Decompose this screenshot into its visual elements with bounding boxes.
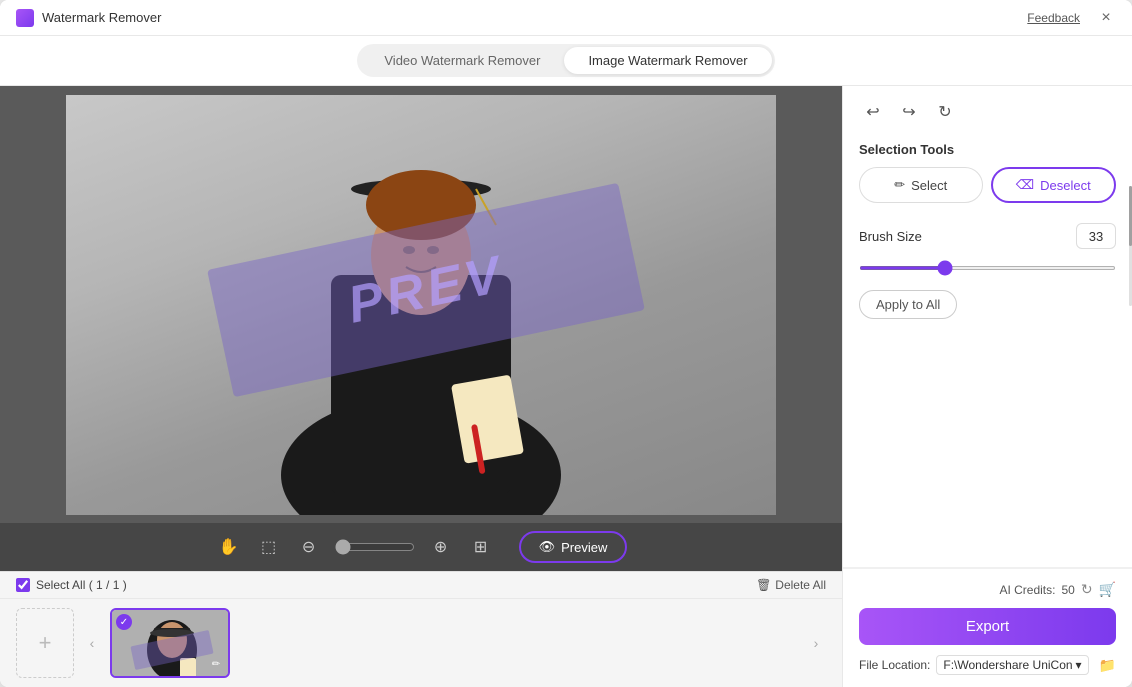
selection-tools-row: ✏ Select ⌫ Deselect [859,167,1116,203]
watermark-text: PREV [343,244,510,335]
eye-icon: 👁 [539,539,556,555]
zoom-slider[interactable] [335,539,415,555]
file-path-text: F:\Wondershare UniCon [943,658,1072,672]
title-bar: Watermark Remover Feedback × [0,0,1132,36]
zoom-out-button[interactable]: ⊖ [295,533,323,561]
delete-icon: 🗑 [756,578,771,592]
select-all-row: Select All ( 1 / 1 ) [16,578,127,592]
prev-thumbnail-button[interactable]: ‹ [82,633,102,653]
apply-to-all-button[interactable]: Apply to All [859,290,957,319]
title-bar-right: Feedback × [1027,8,1116,28]
right-panel-inner: ↩ ↪ ↻ Selection Tools ✏ Select ⌫ Dese [843,86,1132,687]
hand-tool-button[interactable]: ✋ [215,533,243,561]
eraser-icon: ⌫ [1016,177,1034,193]
panel-bottom: AI Credits: 50 ↻ 🛒 Export File Location:… [843,568,1132,687]
crop-tool-button[interactable]: ⬚ [255,533,283,561]
undo-redo-row: ↩ ↪ ↻ [859,98,1116,126]
title-bar-left: Watermark Remover [16,9,161,27]
deselect-label: Deselect [1040,178,1091,193]
image-toolbar: ✋ ⬚ ⊖ ⊕ ⊞ 👁 Preview [0,523,842,571]
thumbnail-edit-icon: ✏ [208,656,224,672]
export-button[interactable]: Export [859,608,1116,645]
preview-label: Preview [561,540,607,555]
brush-size-label: Brush Size [859,229,922,244]
delete-all-button[interactable]: 🗑 Delete All [756,578,826,592]
deselect-button[interactable]: ⌫ Deselect [991,167,1117,203]
tab-image[interactable]: Image Watermark Remover [564,47,771,74]
panel-tools: ↩ ↪ ↻ Selection Tools ✏ Select ⌫ Dese [843,86,1132,568]
ai-credits-row: AI Credits: 50 ↻ 🛒 [859,581,1116,598]
delete-all-label: Delete All [775,578,826,592]
app-title: Watermark Remover [42,10,161,25]
select-button[interactable]: ✏ Select [859,167,983,203]
ai-cart-icon[interactable]: 🛒 [1099,581,1116,598]
add-image-button[interactable]: + [16,608,74,678]
tab-video[interactable]: Video Watermark Remover [360,47,564,74]
brush-size-row: Brush Size 33 [859,223,1116,249]
next-thumbnail-button[interactable]: › [806,633,826,653]
thumbnail-check-icon: ✓ [116,614,132,630]
brush-size-slider[interactable] [859,266,1116,270]
zoom-in-button[interactable]: ⊕ [427,533,455,561]
left-area: PREV ✋ ⬚ ⊖ ⊕ ⊞ 👁 Preview [0,86,842,687]
filmstrip: Select All ( 1 / 1 ) 🗑 Delete All + ‹ [0,571,842,687]
graduation-image: PREV [66,95,776,515]
chevron-down-icon: ▾ [1076,658,1082,672]
tab-bar: Video Watermark Remover Image Watermark … [0,36,1132,86]
select-label: Select [911,178,947,193]
selection-tools-label: Selection Tools [859,142,1116,157]
folder-icon[interactable]: 📁 [1099,657,1116,674]
app-icon [16,9,34,27]
thumbnail-item[interactable]: ✓ ✏ [110,608,230,678]
select-all-label: Select All ( 1 / 1 ) [36,578,127,592]
close-button[interactable]: × [1096,8,1116,28]
file-location-label: File Location: [859,658,930,672]
feedback-link[interactable]: Feedback [1027,11,1080,25]
filmstrip-header: Select All ( 1 / 1 ) 🗑 Delete All [0,572,842,599]
brush-size-value: 33 [1076,223,1116,249]
fit-page-button[interactable]: ⊞ [467,533,495,561]
preview-button[interactable]: 👁 Preview [519,531,628,563]
ai-credits-value: 50 [1061,583,1074,597]
file-location-row: File Location: F:\Wondershare UniCon ▾ 📁 [859,655,1116,675]
redo-button[interactable]: ↪ [895,98,923,126]
select-all-checkbox[interactable] [16,578,30,592]
main-content: PREV ✋ ⬚ ⊖ ⊕ ⊞ 👁 Preview [0,86,1132,687]
file-location-select[interactable]: F:\Wondershare UniCon ▾ [936,655,1088,675]
tab-container: Video Watermark Remover Image Watermark … [357,44,774,77]
undo-button[interactable]: ↩ [859,98,887,126]
app-window: Watermark Remover Feedback × Video Water… [0,0,1132,687]
image-canvas: PREV [0,86,842,523]
ai-credits-label: AI Credits: [999,583,1055,597]
reset-button[interactable]: ↻ [931,98,959,126]
ai-refresh-icon[interactable]: ↻ [1081,581,1093,598]
thumbnail-strip: + ‹ [0,599,842,687]
zoom-slider-container [335,539,415,555]
pencil-icon: ✏ [894,177,905,193]
right-panel: ↩ ↪ ↻ Selection Tools ✏ Select ⌫ Dese [842,86,1132,687]
